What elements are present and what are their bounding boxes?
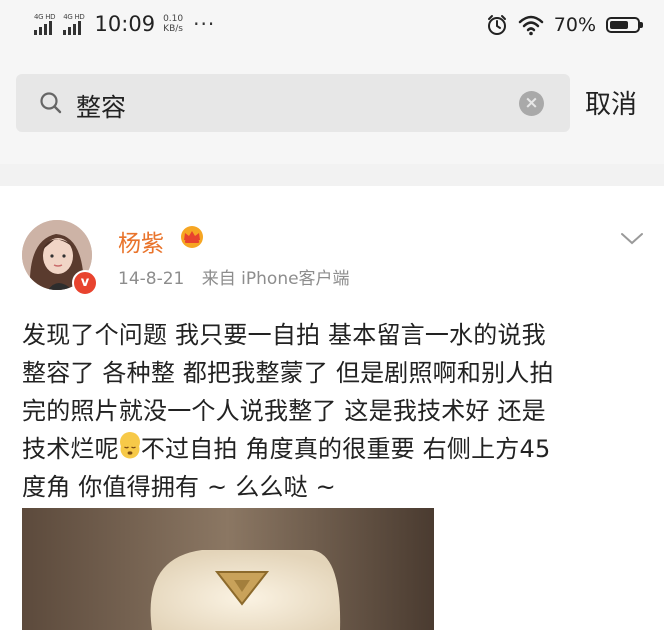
wifi-icon bbox=[518, 15, 544, 36]
network-speed-unit: KB/s bbox=[163, 24, 183, 34]
signal-icon: 4G HD bbox=[34, 13, 56, 35]
sleepy-face-emoji-icon bbox=[119, 432, 140, 459]
network-speed-value: 0.10 bbox=[163, 14, 184, 24]
post-source[interactable]: 来自 iPhone客户端 bbox=[202, 269, 350, 289]
chevron-down-icon[interactable] bbox=[620, 232, 644, 246]
battery-percent: 70% bbox=[553, 14, 596, 36]
post-card[interactable]: v 杨紫 14-8-21 来自 iPhone客户端 发现了个问题 我只要一自拍 … bbox=[0, 186, 664, 630]
post-meta: 14-8-21 来自 iPhone客户端 bbox=[118, 264, 362, 289]
network-type-1: 4G HD bbox=[34, 13, 56, 21]
alarm-icon bbox=[487, 15, 506, 35]
search-bar[interactable]: 整容 × bbox=[16, 74, 570, 132]
battery-icon bbox=[606, 17, 643, 33]
verified-badge: v bbox=[72, 270, 98, 296]
post-text: 发现了个问题 我只要一自拍 基本留言一水的说我 整容了 各种整 都把我整蒙了 但… bbox=[22, 316, 642, 506]
network-speed: 0.10 KB/s bbox=[163, 14, 183, 34]
clock: 10:09 bbox=[94, 12, 156, 36]
search-header: 整容 × 取消 bbox=[0, 52, 664, 164]
vip-crown-icon bbox=[181, 226, 203, 248]
clear-search-icon[interactable]: × bbox=[519, 91, 544, 116]
post-date: 14-8-21 bbox=[118, 269, 185, 289]
post-image[interactable] bbox=[22, 508, 434, 630]
network-type-2: 4G HD bbox=[63, 13, 85, 21]
status-bar: 4G HD 4G HD 10:09 0.10 KB/s ··· 70% bbox=[0, 0, 664, 52]
search-icon bbox=[40, 92, 62, 114]
search-input[interactable]: 整容 bbox=[76, 88, 126, 124]
author-name[interactable]: 杨紫 bbox=[118, 224, 164, 258]
signal-icon-2: 4G HD bbox=[63, 13, 85, 35]
more-notifications-icon: ··· bbox=[193, 12, 216, 36]
cancel-button[interactable]: 取消 bbox=[585, 84, 637, 121]
